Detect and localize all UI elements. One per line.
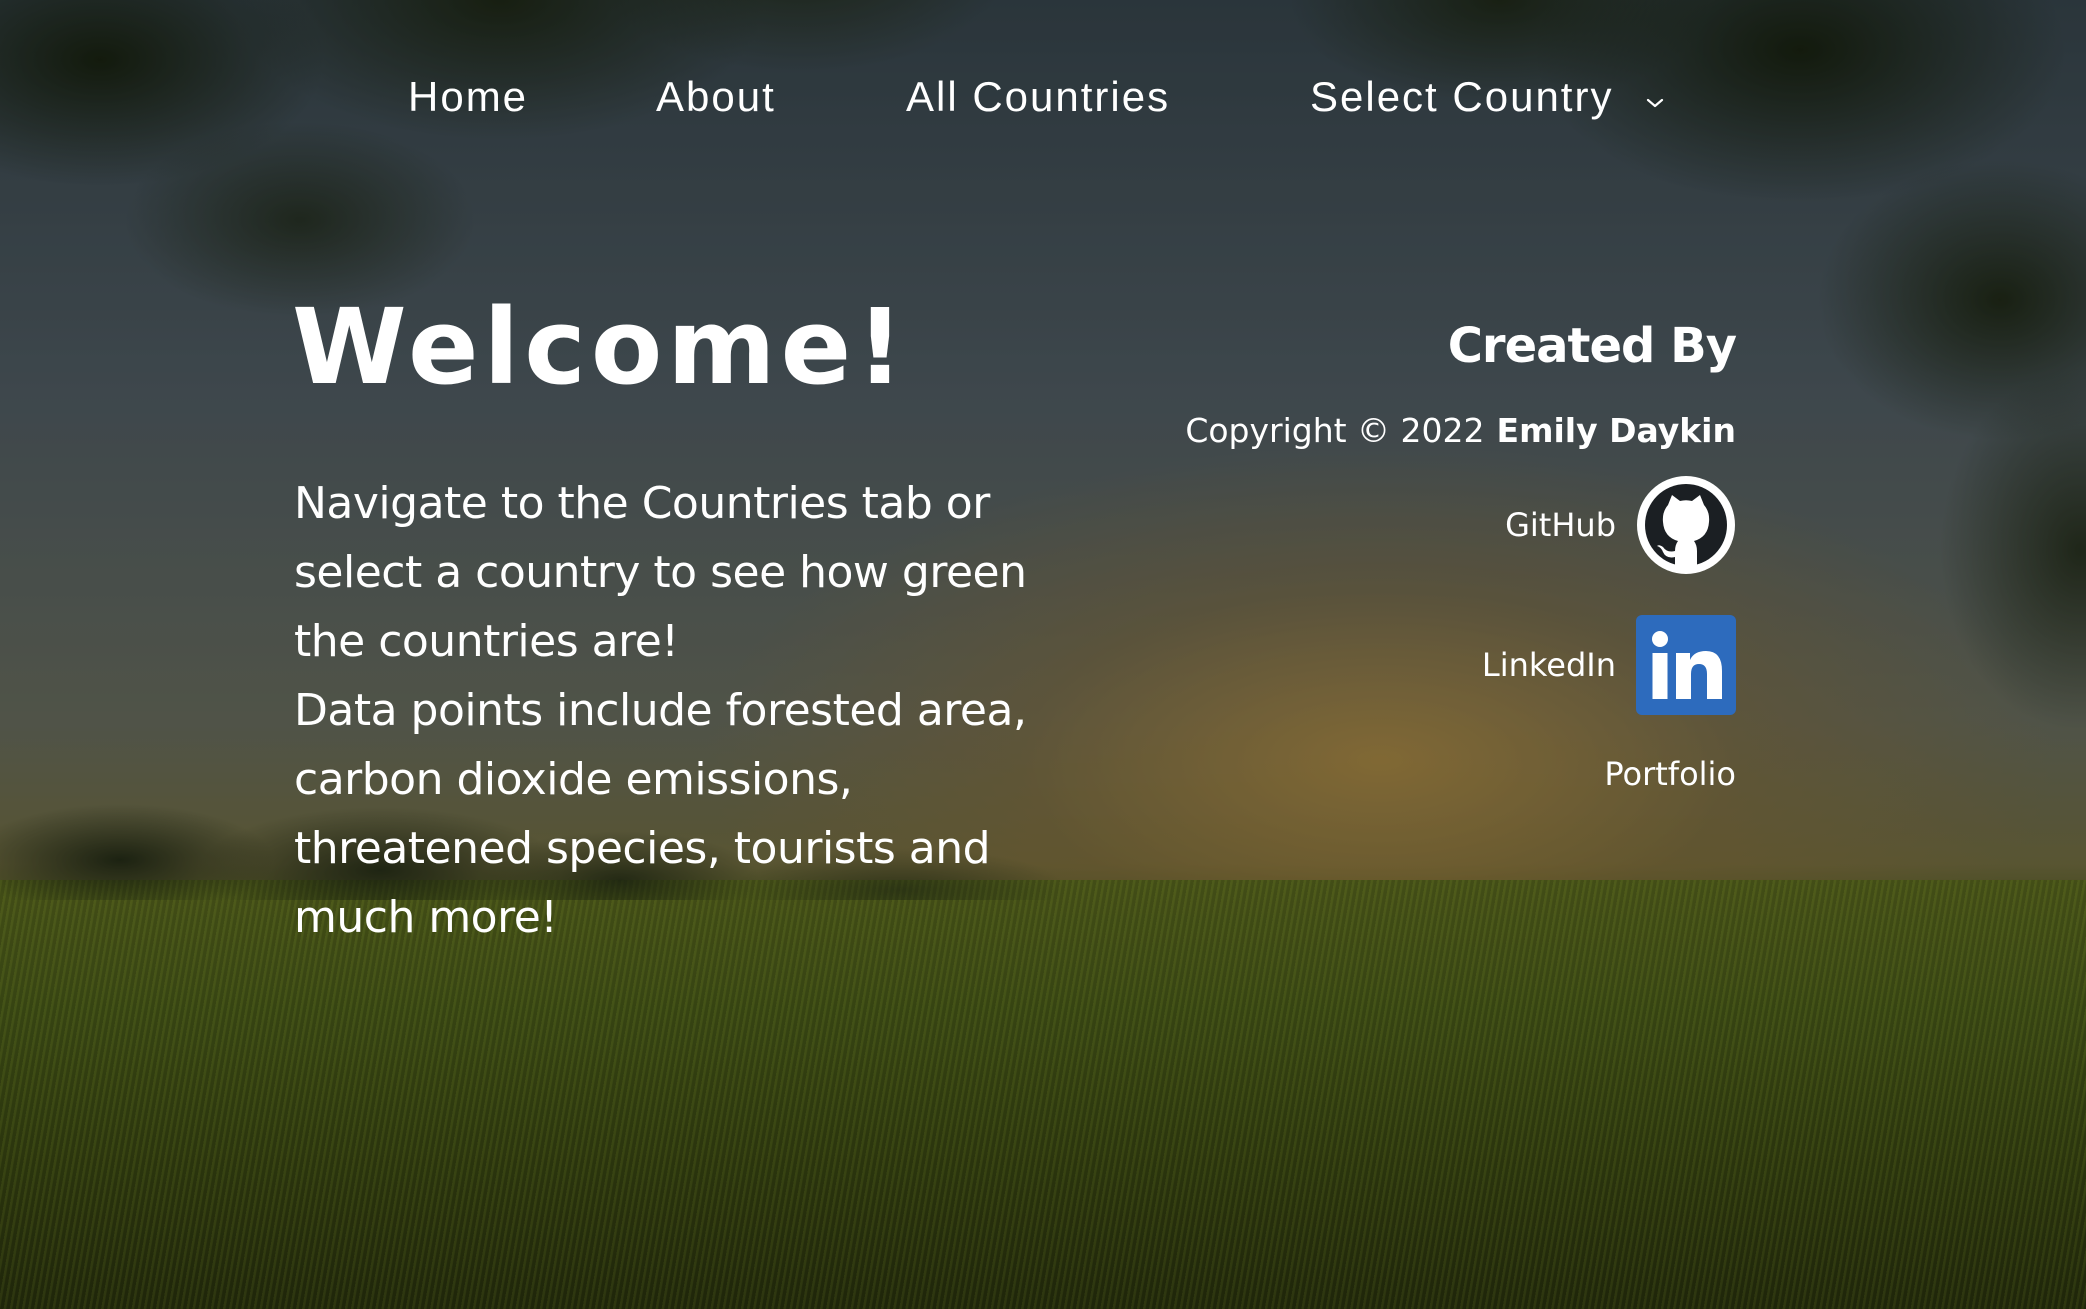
github-label: GitHub [1505, 506, 1616, 544]
credits-panel: Created By Copyright © 2022 Emily Daykin … [1016, 310, 1737, 804]
linkedin-link[interactable]: LinkedIn [1016, 614, 1736, 716]
select-country-label: Select Country [1310, 73, 1614, 120]
main-nav: Home About All Countries Select Country [0, 62, 2086, 132]
linkedin-icon[interactable] [1636, 615, 1736, 715]
author-name: Emily Daykin [1496, 411, 1736, 450]
chevron-down-icon [1645, 61, 1665, 131]
github-link[interactable]: GitHub [1016, 474, 1736, 576]
welcome-paragraph-data-points: Data points include forested area, carbo… [294, 685, 1027, 943]
nav-all-countries[interactable]: All Countries [906, 62, 1170, 132]
welcome-paragraph-intro: Navigate to the Countries tab or select … [294, 478, 1027, 667]
portfolio-link[interactable]: Portfolio [1016, 744, 1736, 804]
nav-home[interactable]: Home [408, 62, 528, 132]
credits-heading: Created By [1447, 318, 1737, 374]
select-country-dropdown[interactable]: Select Country [1310, 62, 1665, 135]
copyright-text: Copyright © 2022 [1185, 411, 1485, 450]
copyright-line: Copyright © 2022 Emily Daykin [1016, 406, 1736, 456]
linkedin-label: LinkedIn [1481, 646, 1616, 684]
github-icon[interactable] [1636, 475, 1736, 575]
page-title: Welcome! [292, 286, 909, 408]
welcome-description: Navigate to the Countries tab or select … [294, 469, 1054, 952]
nav-about[interactable]: About [656, 62, 776, 132]
